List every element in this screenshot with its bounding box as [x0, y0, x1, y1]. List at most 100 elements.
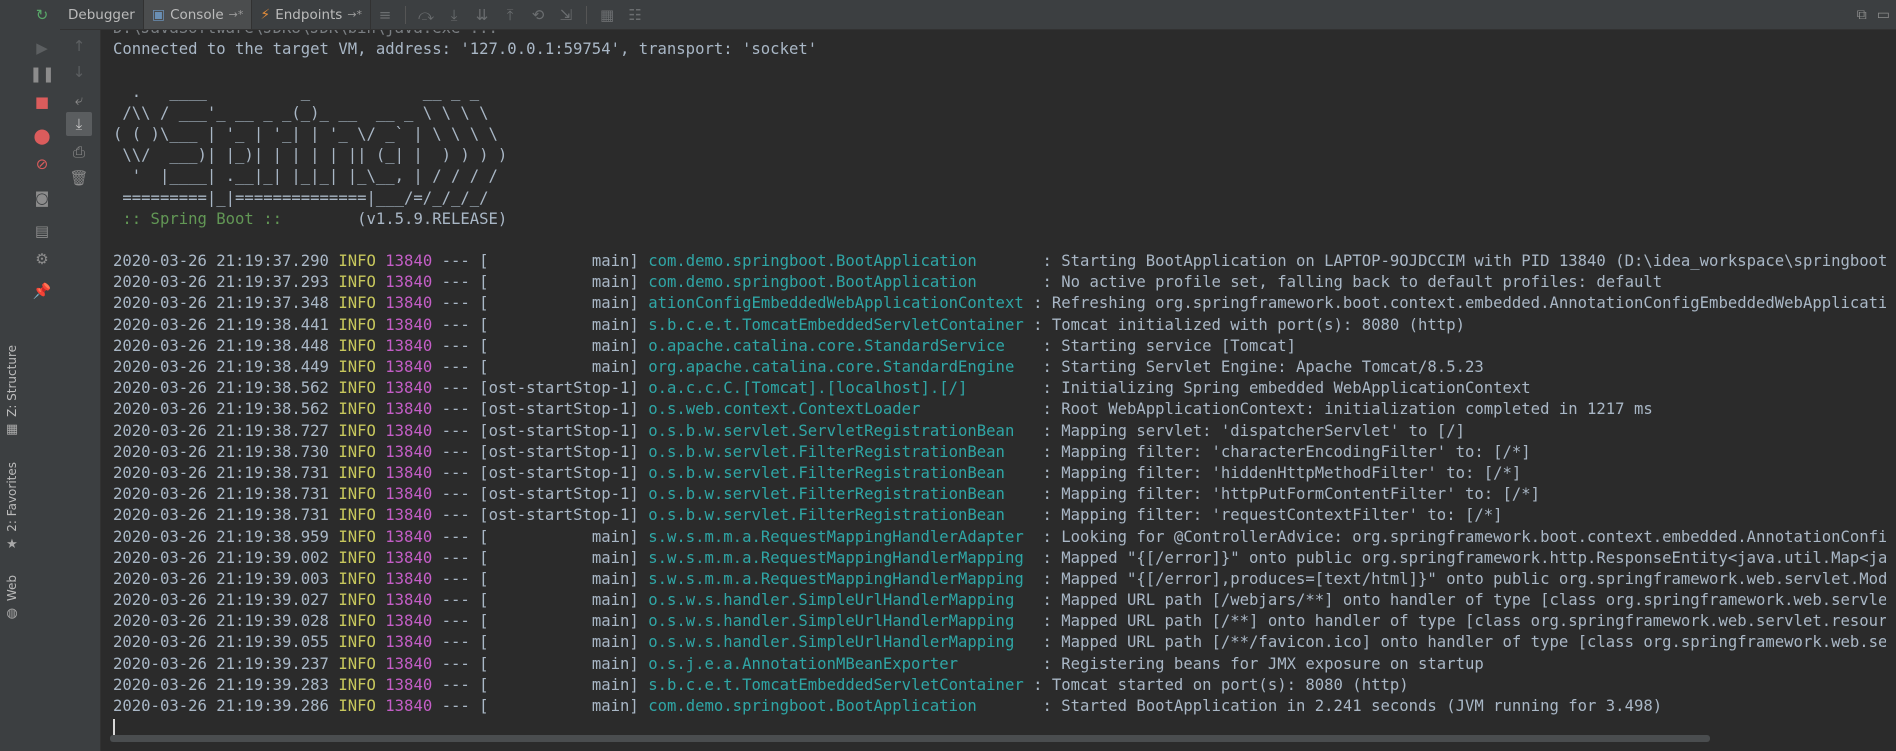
log-pid: 13840: [385, 569, 433, 588]
scroll-down-icon[interactable]: ↓: [66, 60, 92, 84]
tab-debugger[interactable]: Debugger: [60, 0, 144, 29]
restore-layout-icon[interactable]: ⧉: [1857, 7, 1867, 23]
log-line: 2020-03-26 21:19:39.055 INFO 13840 --- […: [113, 632, 1896, 653]
log-space: [432, 570, 441, 588]
print-icon[interactable]: ⎙: [66, 140, 92, 164]
step-over-icon[interactable]: ⤼: [412, 6, 440, 24]
log-level: INFO: [338, 336, 376, 355]
log-space: [376, 655, 385, 673]
horizontal-scrollbar[interactable]: [110, 735, 1710, 742]
log-line: 2020-03-26 21:19:38.731 INFO 13840 --- […: [113, 463, 1896, 484]
view-breakpoints-icon[interactable]: ⬤: [31, 125, 53, 147]
toolbar-divider: [586, 5, 588, 24]
log-space: [376, 506, 385, 524]
web-tab[interactable]: Web ◍: [2, 575, 22, 621]
log-space: [376, 400, 385, 418]
toolbar-divider: [405, 5, 407, 24]
log-space: [376, 676, 385, 694]
rerun-icon[interactable]: ↻: [31, 4, 53, 26]
log-separator: --- [: [441, 421, 489, 440]
force-step-into-icon[interactable]: ⇊: [468, 6, 496, 24]
log-space: [639, 528, 648, 546]
log-space: [639, 612, 648, 630]
debug-toolbar: Debugger ▣ Console →* ⚡ Endpoints →* ≡ ⤼…: [60, 0, 1896, 30]
log-pid: 13840: [385, 548, 433, 567]
step-out-icon[interactable]: ⤒: [496, 6, 524, 24]
log-space: [376, 443, 385, 461]
debug-actions-column: ↻ ▶ ❚❚ ■ ⬤ ⊘ ◙ ▤ ⚙ 📌: [24, 0, 61, 751]
star-icon: ★: [6, 536, 18, 552]
mute-breakpoints-icon[interactable]: ⊘: [31, 153, 53, 175]
log-line: 2020-03-26 21:19:39.027 INFO 13840 --- […: [113, 590, 1896, 611]
log-thread: main]: [488, 527, 639, 546]
clear-all-icon[interactable]: 🗑: [66, 166, 92, 190]
web-tab-label: Web: [5, 575, 19, 602]
run-to-cursor-icon[interactable]: ⇲: [552, 6, 580, 24]
log-separator: --- [: [441, 400, 489, 419]
log-space: [639, 443, 648, 461]
log-timestamp: 2020-03-26 21:19:38.731: [113, 463, 329, 482]
log-space: [329, 633, 338, 651]
step-into-icon[interactable]: ⤓: [440, 6, 468, 24]
log-timestamp: 2020-03-26 21:19:38.448: [113, 336, 329, 355]
log-space: [329, 316, 338, 334]
tab-endpoints-pin[interactable]: →*: [347, 8, 362, 21]
log-space: [639, 485, 648, 503]
hide-panel-icon[interactable]: ▭: [1877, 7, 1890, 23]
log-pid: 13840: [385, 294, 433, 313]
log-level: INFO: [338, 675, 376, 694]
camera-icon[interactable]: ◙: [31, 187, 53, 209]
log-space: [329, 506, 338, 524]
log-logger: org.apache.catalina.core.StandardEngine: [648, 358, 1034, 376]
log-level: INFO: [338, 527, 376, 546]
evaluate-expression-icon[interactable]: ▦: [593, 6, 621, 24]
log-lines: 2020-03-26 21:19:37.290 INFO 13840 --- […: [113, 251, 1896, 717]
log-level: INFO: [338, 358, 376, 376]
layout-icon[interactable]: ▤: [31, 220, 53, 242]
log-logger: o.s.j.e.a.AnnotationMBeanExporter: [648, 654, 1034, 673]
log-logger: o.s.b.w.servlet.FilterRegistrationBean: [648, 506, 1034, 525]
trace-stream-icon[interactable]: ☷: [621, 6, 649, 24]
favorites-tab[interactable]: 2: Favorites ★: [2, 462, 22, 552]
log-level: INFO: [338, 400, 376, 419]
log-separator: --- [: [441, 548, 489, 567]
log-logger: o.apache.catalina.core.StandardService: [648, 336, 1034, 355]
log-line: 2020-03-26 21:19:38.727 INFO 13840 --- […: [113, 421, 1896, 442]
log-space: [376, 252, 385, 270]
vertical-scrollbar-track[interactable]: [1886, 30, 1896, 735]
log-space: [432, 464, 441, 482]
log-space: [329, 549, 338, 567]
structure-tab[interactable]: Z: Structure ▦: [2, 345, 22, 437]
log-pid: 13840: [385, 527, 433, 546]
stop-icon[interactable]: ■: [31, 91, 53, 113]
settings-icon[interactable]: ⚙: [31, 248, 53, 270]
log-space: [639, 633, 648, 651]
console-text: D:\JavaSoftware\JDK8\JDK\bin\java.exe ..…: [101, 30, 1896, 735]
log-message: : Starting service [Tomcat]: [1033, 336, 1296, 355]
input-line[interactable]: [113, 717, 1896, 735]
drop-frame-icon[interactable]: ⟲: [524, 6, 552, 24]
pause-icon[interactable]: ❚❚: [29, 63, 54, 85]
console-output[interactable]: D:\JavaSoftware\JDK8\JDK\bin\java.exe ..…: [101, 30, 1896, 735]
tab-console[interactable]: ▣ Console →*: [143, 0, 253, 29]
log-line: 2020-03-26 21:19:38.730 INFO 13840 --- […: [113, 442, 1896, 463]
frames-icon[interactable]: ≡: [371, 6, 399, 24]
log-message: : Mapped URL path [/webjars/**] onto han…: [1033, 591, 1896, 610]
resume-icon[interactable]: ▶: [31, 37, 53, 59]
log-pid: 13840: [385, 315, 433, 334]
tab-console-pin[interactable]: →*: [229, 8, 244, 21]
log-line: 2020-03-26 21:19:39.003 INFO 13840 --- […: [113, 569, 1896, 590]
log-separator: --- [: [441, 591, 489, 610]
log-level: INFO: [338, 273, 376, 292]
log-space: [329, 337, 338, 355]
log-space: [329, 697, 338, 715]
banner-line: =========|_|==============|___/=/_/_/_/: [113, 188, 489, 207]
scroll-up-icon[interactable]: ↑: [66, 34, 92, 58]
scroll-to-end-icon[interactable]: ⤓: [66, 112, 92, 136]
tab-endpoints[interactable]: ⚡ Endpoints →*: [252, 0, 372, 29]
favorites-tab-label: 2: Favorites: [5, 462, 19, 532]
pin-icon[interactable]: 📌: [31, 280, 53, 302]
log-space: [432, 655, 441, 673]
soft-wrap-icon[interactable]: ⤶: [66, 88, 92, 112]
log-thread: main]: [488, 675, 639, 694]
